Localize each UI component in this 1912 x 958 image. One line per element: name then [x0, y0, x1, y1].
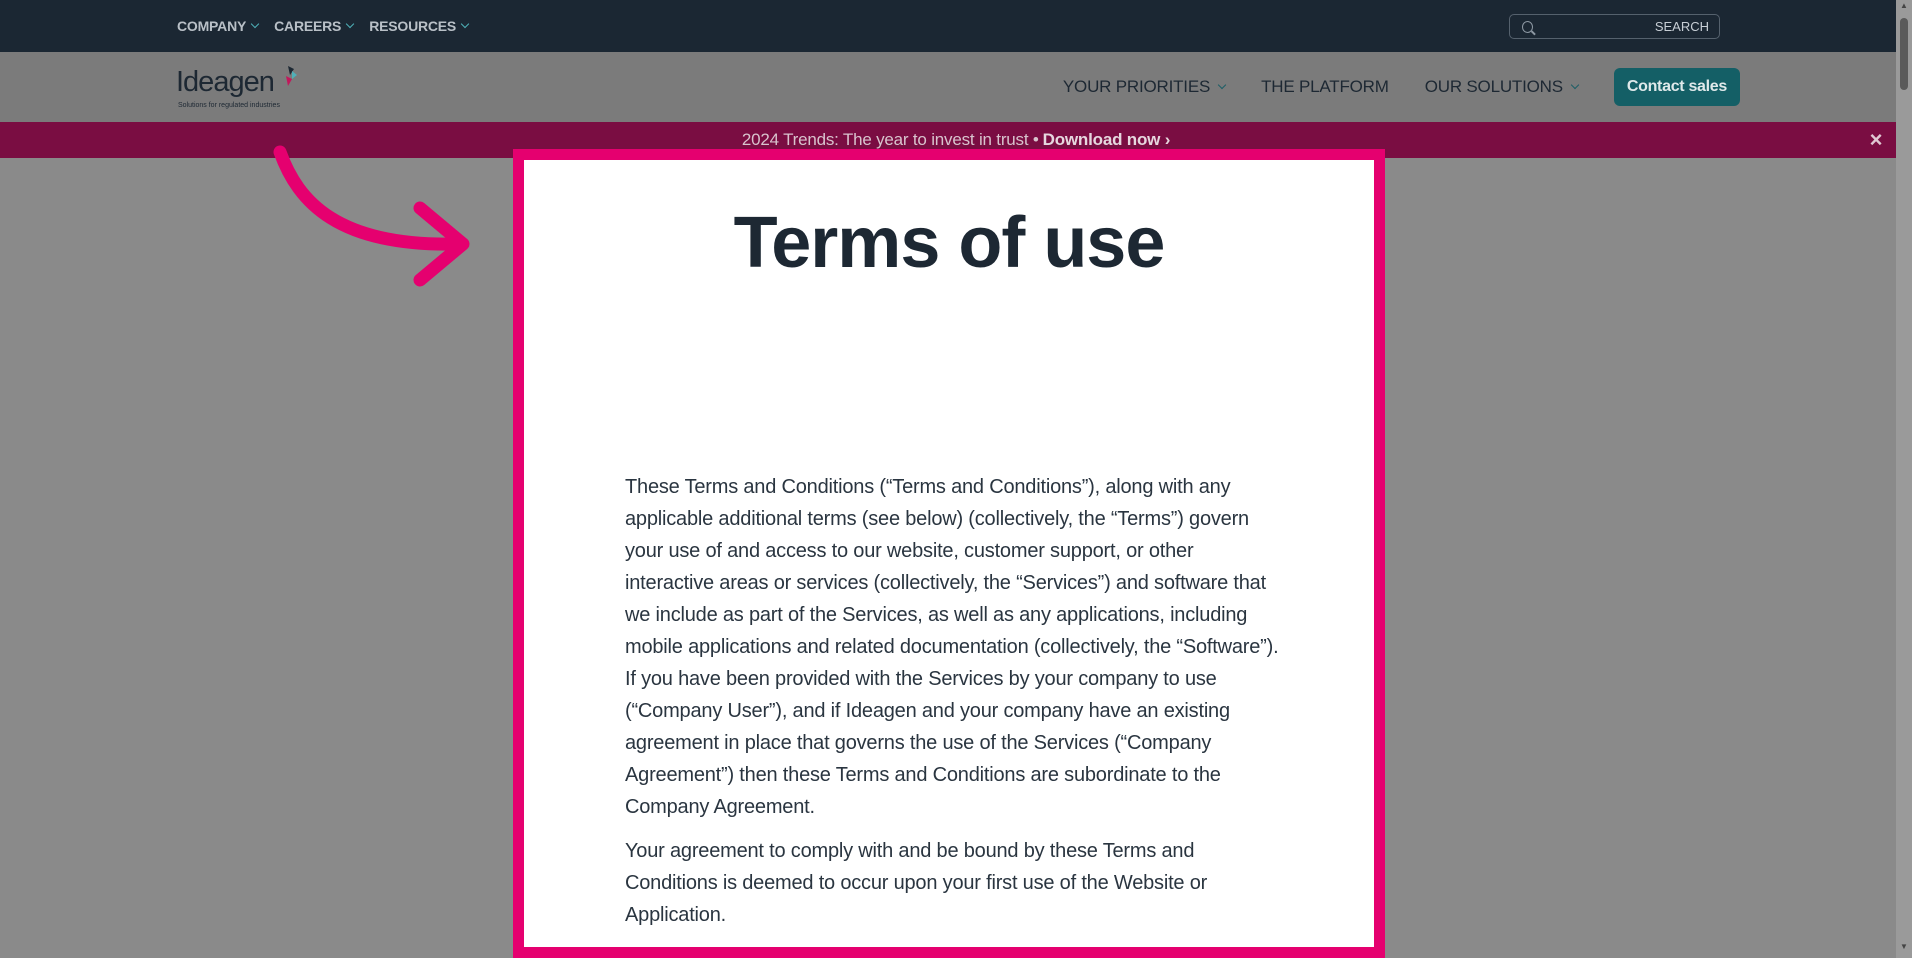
utility-nav-label: RESOURCES [369, 18, 457, 34]
logo-wordmark: Ideagen [176, 66, 275, 98]
scroll-up-icon[interactable]: ▲ [1899, 2, 1909, 10]
nav-label: THE PLATFORM [1261, 77, 1389, 96]
contact-sales-button[interactable]: Contact sales [1613, 68, 1740, 106]
chevron-down-icon [345, 19, 355, 29]
banner-download-link[interactable]: Download now › [1043, 130, 1171, 150]
ideagen-logo[interactable]: Ideagen Solutions for regulated industri… [176, 66, 316, 116]
nav-our-solutions[interactable]: OUR SOLUTIONS [1424, 77, 1580, 97]
chevron-down-icon [1570, 80, 1580, 90]
search-input[interactable] [1533, 19, 1709, 34]
utility-nav-careers[interactable]: CAREERS [274, 18, 355, 34]
chevron-down-icon [460, 19, 470, 29]
terms-paragraph: These Terms and Conditions (“Terms and C… [625, 476, 1279, 818]
utility-nav-label: CAREERS [274, 18, 342, 34]
modal-title: Terms of use [733, 203, 1166, 283]
utility-nav-label: COMPANY [177, 18, 247, 34]
banner-text: 2024 Trends: The year to invest in trust… [741, 130, 1039, 149]
utility-nav-resources[interactable]: RESOURCES [369, 18, 470, 34]
search-icon[interactable] [1522, 20, 1533, 33]
logo-mark-icon [286, 66, 297, 86]
page-scrollbar[interactable] [1896, 0, 1912, 958]
terms-body: These Terms and Conditions (“Terms and C… [625, 471, 1280, 931]
chevron-down-icon [250, 19, 260, 29]
nav-label: YOUR PRIORITIES [1062, 77, 1211, 96]
logo-tagline: Solutions for regulated industries [178, 102, 280, 109]
chevron-down-icon [1217, 80, 1227, 90]
terms-modal: Terms of use These Terms and Conditions … [513, 149, 1385, 958]
scrollbar-thumb[interactable] [1900, 18, 1908, 90]
scroll-down-icon[interactable]: ▼ [1899, 943, 1909, 951]
close-icon[interactable]: × [1866, 122, 1886, 158]
nav-label: OUR SOLUTIONS [1424, 77, 1563, 96]
terms-paragraph: Your agreement to comply with and be bou… [625, 840, 1208, 926]
nav-your-priorities[interactable]: YOUR PRIORITIES [1062, 77, 1227, 97]
nav-the-platform[interactable]: THE PLATFORM [1261, 77, 1389, 97]
primary-nav: YOUR PRIORITIES THE PLATFORM OUR SOLUTIO… [1063, 52, 1740, 122]
search-box[interactable] [1509, 14, 1720, 39]
utility-nav-company[interactable]: COMPANY [177, 18, 260, 34]
utility-nav: COMPANY CAREERS RESOURCES [177, 0, 470, 52]
curved-arrow-icon [273, 145, 470, 287]
